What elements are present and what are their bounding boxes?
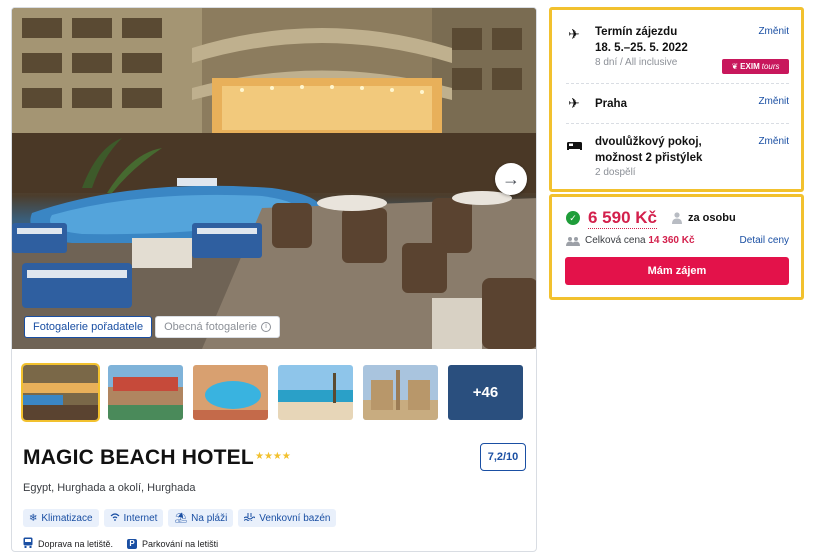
amenity-list: ❄ Klimatizace Internet ⛱ Na pláži Venkov… [23,509,337,527]
amenity-beach: ⛱ Na pláži [168,509,234,527]
person-icon [672,212,682,224]
tab-organizer-gallery[interactable]: Fotogalerie pořadatele [24,316,153,338]
price-per-person[interactable]: 6 590 Kč [588,208,657,229]
thumbnail-pool-night[interactable] [21,363,100,422]
plane-icon: ✈ [568,95,580,111]
review-score: 7,2/10 [487,451,519,463]
change-room-link[interactable]: Změnit [758,136,789,147]
departure-city: Praha [595,98,627,110]
thumbnail-image [108,365,183,420]
per-person-label: za osobu [688,212,736,224]
hotel-location: Egypt, Hurghada a okolí, Hurghada [23,482,196,494]
amenity-label: Klimatizace [41,512,93,524]
departure-row: ✈ Praha Změnit [566,94,789,114]
operator-name: EXIM [740,62,760,71]
hotel-card: → Fotogalerie pořadatele Obecná fotogale… [11,7,537,552]
room-type-line2: možnost 2 přistýlek [595,152,703,164]
thumbnail-image [278,365,353,420]
more-photos-count: +46 [472,384,499,401]
snowflake-icon: ❄ [29,512,38,524]
divider [566,83,789,84]
interest-button[interactable]: Mám zájem [565,257,789,285]
amenity-outdoor-pool: Venkovní bazén [238,509,337,527]
tab-general-gallery[interactable]: Obecná fotogalerie i [155,316,281,338]
departure-text: Praha [595,96,627,112]
thumbnail-strip: +46 [21,363,523,422]
hero-photo[interactable]: → Fotogalerie pořadatele Obecná fotogale… [12,8,536,349]
transport-label: Parkování na letišti [142,538,219,549]
amenity-internet: Internet [103,509,164,527]
trip-term-duration: 8 dní / All inclusive [595,57,678,68]
total-price: Celková cena 14 360 Kč [585,235,695,246]
thumbnail-pool-day[interactable] [193,365,268,420]
hotel-name: MAGIC BEACH HOTEL [23,446,254,469]
trip-term-dates: 18. 5.–25. 5. 2022 [595,42,688,54]
calendar-plane-icon: ✈ [568,26,580,42]
airport-parking: P Parkování na letišti [127,537,218,550]
room-guests: 2 dospělí [595,167,636,178]
thumbnail-resort-aerial[interactable] [108,365,183,420]
more-photos-button[interactable]: +46 [448,365,523,420]
gallery-tabs: Fotogalerie pořadatele Obecná fotogaleri… [24,316,281,338]
airport-transfer: Doprava na letiště. [23,537,113,550]
review-score-badge[interactable]: 7,2/10 [480,443,526,471]
next-photo-button[interactable]: → [495,163,527,195]
thumbnail-image [363,365,438,420]
amenity-label: Venkovní bazén [259,512,331,524]
parking-icon: P [127,538,138,549]
transport-info: Doprava na letiště. P Parkování na letiš… [23,537,218,550]
thumbnail-beach[interactable] [278,365,353,420]
trip-term-title: Termín zájezdu [595,26,678,38]
check-icon: ✓ [566,211,580,225]
transport-label: Doprava na letiště. [38,538,114,549]
change-term-link[interactable]: Změnit [758,26,789,37]
thumbnail-temple[interactable] [363,365,438,420]
amenity-air-conditioning: ❄ Klimatizace [23,509,99,527]
price-box: ✓ 6 590 Kč za osobu Celková cena 14 360 … [549,194,804,300]
amenity-label: Internet [123,512,158,524]
wifi-icon [110,512,120,524]
star-rating: ★★★★ [255,451,291,462]
amenity-label: Na pláži [191,512,228,524]
thumbnail-image [193,365,268,420]
trip-term-row: ✈ Termín zájezdu 18. 5.–25. 5. 2022 8 dn… [566,24,789,76]
room-row: dvoulůžkový pokoj, možnost 2 přistýlek 2… [566,134,789,186]
bus-icon [23,537,33,550]
trip-summary: ✈ Termín zájezdu 18. 5.–25. 5. 2022 8 dn… [549,7,804,192]
tab-label: Fotogalerie pořadatele [33,321,144,333]
operator-suffix: tours [761,62,780,71]
beach-icon: ⛱ [174,512,188,524]
tour-operator-logo: ❦ EXIM tours [722,59,789,74]
bed-icon [566,137,582,153]
exim-logo-icon: ❦ [731,62,739,71]
room-text: dvoulůžkový pokoj, možnost 2 přistýlek 2… [595,134,702,180]
info-icon: i [261,322,272,332]
change-departure-link[interactable]: Změnit [758,96,789,107]
price-detail-link[interactable]: Detail ceny [740,235,789,246]
pool-icon [243,512,256,524]
divider [566,123,789,124]
room-type-line1: dvoulůžkový pokoj, [595,136,702,148]
total-price-label: Celková cena [585,235,646,246]
tab-label: Obecná fotogalerie [164,321,258,333]
hotel-pool-photo [12,8,536,349]
arrow-right-icon: → [502,168,520,189]
group-icon [566,236,580,249]
total-price-value: 14 360 Kč [648,235,695,246]
trip-term-text: Termín zájezdu 18. 5.–25. 5. 2022 8 dní … [595,24,688,70]
thumbnail-image [23,365,98,420]
